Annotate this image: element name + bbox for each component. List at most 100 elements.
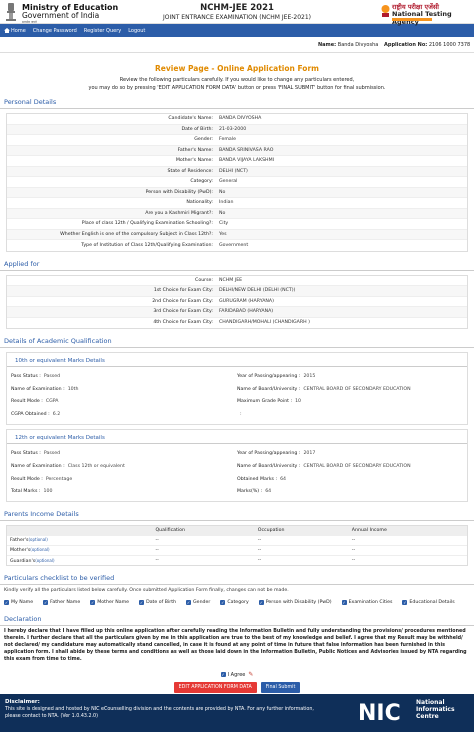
twelfth-marks-label: Marks(%) : [237, 489, 263, 495]
table-row: Father's(optional) -- -- -- [7, 534, 467, 546]
checklist-item-label: Gender [193, 600, 211, 606]
checklist-item[interactable]: ✓ Father Name [43, 597, 80, 608]
applied-row: 2nd Choice for Exam City: GURUGRAM (HARYA… [7, 297, 467, 307]
parent-type-label: Father's [10, 538, 29, 544]
tenth-marks-label: Year of Passing/appearing : [237, 373, 301, 379]
nav-home[interactable]: Home [4, 28, 26, 34]
personal-row-value: BANDA SRINIVASA RAO [219, 147, 274, 153]
parents-income-title: Parents Income Details [0, 508, 474, 522]
personal-row: Mother's Name: BANDA VIJAYA LAKSHMI [7, 156, 467, 167]
checklist-item[interactable]: ✓ My Name [4, 597, 33, 608]
checklist-item[interactable]: ✓ Mother Name [90, 597, 129, 608]
personal-row-value: Government [219, 242, 249, 248]
personal-row-label: Place of class 12th / Qualifying Examina… [81, 221, 213, 227]
tenth-marks-value: 2015 [303, 373, 316, 379]
personal-row-value: No [219, 210, 226, 216]
twelfth-marks-value: 64 [280, 476, 287, 482]
parents-column-header: Occupation [254, 526, 349, 536]
table-row: Mother's(optional) -- -- -- [7, 544, 467, 556]
twelfth-marks-value: 100 [43, 489, 53, 495]
applied-row-value: GURUGRAM (HARYANA) [219, 298, 274, 304]
checklist-item-label: Educational Details [409, 600, 455, 606]
applied-row-value: FARIDABAD (HARYANA) [219, 309, 274, 315]
applied-row: 1st Choice for Exam City: DELHI/NEW DELHI… [7, 286, 467, 297]
disclaimer-line2: please contact to NTA. (Ver 1.0.43.2.0) [5, 714, 98, 719]
applied-row-label: 2nd Choice for Exam City: [152, 298, 213, 304]
personal-row: Are you a Kashmiri Migrant?: No [7, 208, 467, 219]
checkbox-checked-icon[interactable]: ✓ [90, 600, 96, 606]
nic-name: National Informatics Centre [416, 699, 455, 721]
parent-type-cell: Mother's(optional) [7, 544, 153, 556]
checkbox-checked-icon[interactable]: ✓ [4, 600, 9, 606]
applied-row-label: 3rd Choice for Exam City: [153, 309, 213, 315]
page-footer: Disclaimer: This site is designed and ho… [0, 694, 474, 732]
applied-for-title: Applied for [0, 258, 474, 271]
personal-details-table: Candidate's Name: BANDA DIVYOSHA Date of B… [6, 113, 468, 252]
parent-type-cell: Father's(optional) [7, 534, 153, 546]
agree-checkbox[interactable]: ✓ I Agree ✎ [0, 671, 474, 678]
nic-mark: NIC [358, 701, 401, 726]
tenth-marks-cell: Pass Status : Passed [11, 370, 237, 383]
checklist-item-label: Father Name [50, 600, 81, 606]
checkbox-checked-icon[interactable]: ✓ [402, 600, 408, 606]
checkbox-checked-icon[interactable]: ✓ [220, 600, 226, 606]
personal-row-value: Female [219, 137, 236, 143]
personal-row-value: BANDA DIVYOSHA [219, 116, 262, 122]
optional-label: (optional) [30, 547, 50, 553]
twelfth-marks-label: Name of Examination : [11, 463, 65, 469]
twelfth-marks-label: Pass Status : [11, 451, 41, 457]
personal-details-title: Personal Details [0, 96, 474, 109]
personal-row: Person with Disability (PwD): No [7, 187, 467, 198]
checklist-item[interactable]: ✓ Examination Cities [341, 597, 393, 608]
checkbox-checked-icon[interactable]: ✓ [139, 600, 145, 606]
checklist-item[interactable]: ✓ Educational Details [402, 597, 455, 608]
edit-application-button[interactable]: EDIT APPLICATION FORM DATA [173, 682, 257, 694]
optional-label: (optional) [35, 557, 55, 563]
personal-row-value: General [219, 179, 238, 185]
tenth-marks-title: 10th or equivalent Marks Details [7, 356, 467, 367]
checkbox-checked-icon[interactable]: ✓ [258, 600, 264, 606]
parent-income-cell: -- [348, 554, 467, 566]
checklist-item[interactable]: ✓ Gender [186, 597, 210, 608]
checklist-item-label: Category [227, 600, 249, 606]
checkbox-checked-icon[interactable]: ✓ [220, 672, 226, 678]
checklist-item[interactable]: ✓ Person with Disability (PwD) [258, 597, 332, 608]
personal-row-label: Gender: [194, 137, 213, 143]
checklist-item-label: My Name [11, 600, 34, 606]
personal-row-value: DELHI (NCT) [219, 168, 248, 174]
checkbox-checked-icon[interactable]: ✓ [186, 600, 192, 606]
twelfth-marks-value: Percentage [45, 476, 73, 482]
twelfth-marks-cell: Marks(%) :64 [237, 486, 463, 499]
checkbox-checked-icon[interactable]: ✓ [341, 600, 347, 606]
checklist-item-label: Examination Cities [348, 600, 393, 606]
twelfth-marks-cell: Total Marks :100 [11, 486, 237, 499]
personal-row-label: Date of Birth: [181, 126, 213, 132]
personal-row-value: 21-03-2000 [219, 126, 247, 132]
application-number: Application No: 2106 1000 7378 [384, 42, 470, 48]
parent-occupation-cell: -- [254, 544, 349, 556]
personal-row: Gender: Female [7, 135, 467, 146]
tenth-marks-cell: CGPA Obtained :6.2 [11, 408, 237, 421]
checklist-item[interactable]: ✓ Category [220, 597, 249, 608]
personal-row: Place of class 12th / Qualifying Examina… [7, 219, 467, 230]
user-name-value: Banda Divyosha [337, 42, 379, 48]
parent-type-cell: Guardian's(optional) [7, 554, 153, 566]
review-page-title: Review Page - Online Application Form [155, 64, 319, 73]
final-submit-button[interactable]: Final Submit [260, 682, 301, 694]
personal-row: Type of Institution of Class 12th/Qualif… [7, 240, 467, 251]
signature-pen-icon: ✎ [248, 671, 254, 679]
twelfth-marks-value: Class 12th or equivalent [67, 463, 125, 469]
applied-row: Course: NCHM JEE [7, 276, 467, 286]
personal-row-value: Indian [219, 200, 234, 206]
nav-logout[interactable]: Logout [128, 28, 145, 34]
checklist-section: Particulars checklist to be verified Kin… [0, 572, 474, 611]
tenth-marks-grid: Pass Status : Passed Year of Passing/appea… [7, 367, 467, 424]
checkbox-checked-icon[interactable]: ✓ [43, 600, 49, 606]
personal-row-value: BANDA VIJAYA LAKSHMI [219, 158, 275, 164]
checklist-item[interactable]: ✓ Date of Birth [139, 597, 176, 608]
tenth-marks-label: Result Mode : [11, 399, 43, 405]
nav-register-query[interactable]: Register Query [84, 28, 121, 34]
twelfth-marks-value: Passed [43, 451, 61, 457]
nav-change-password[interactable]: Change Password [33, 28, 77, 34]
parent-qualification-cell: -- [152, 544, 255, 556]
